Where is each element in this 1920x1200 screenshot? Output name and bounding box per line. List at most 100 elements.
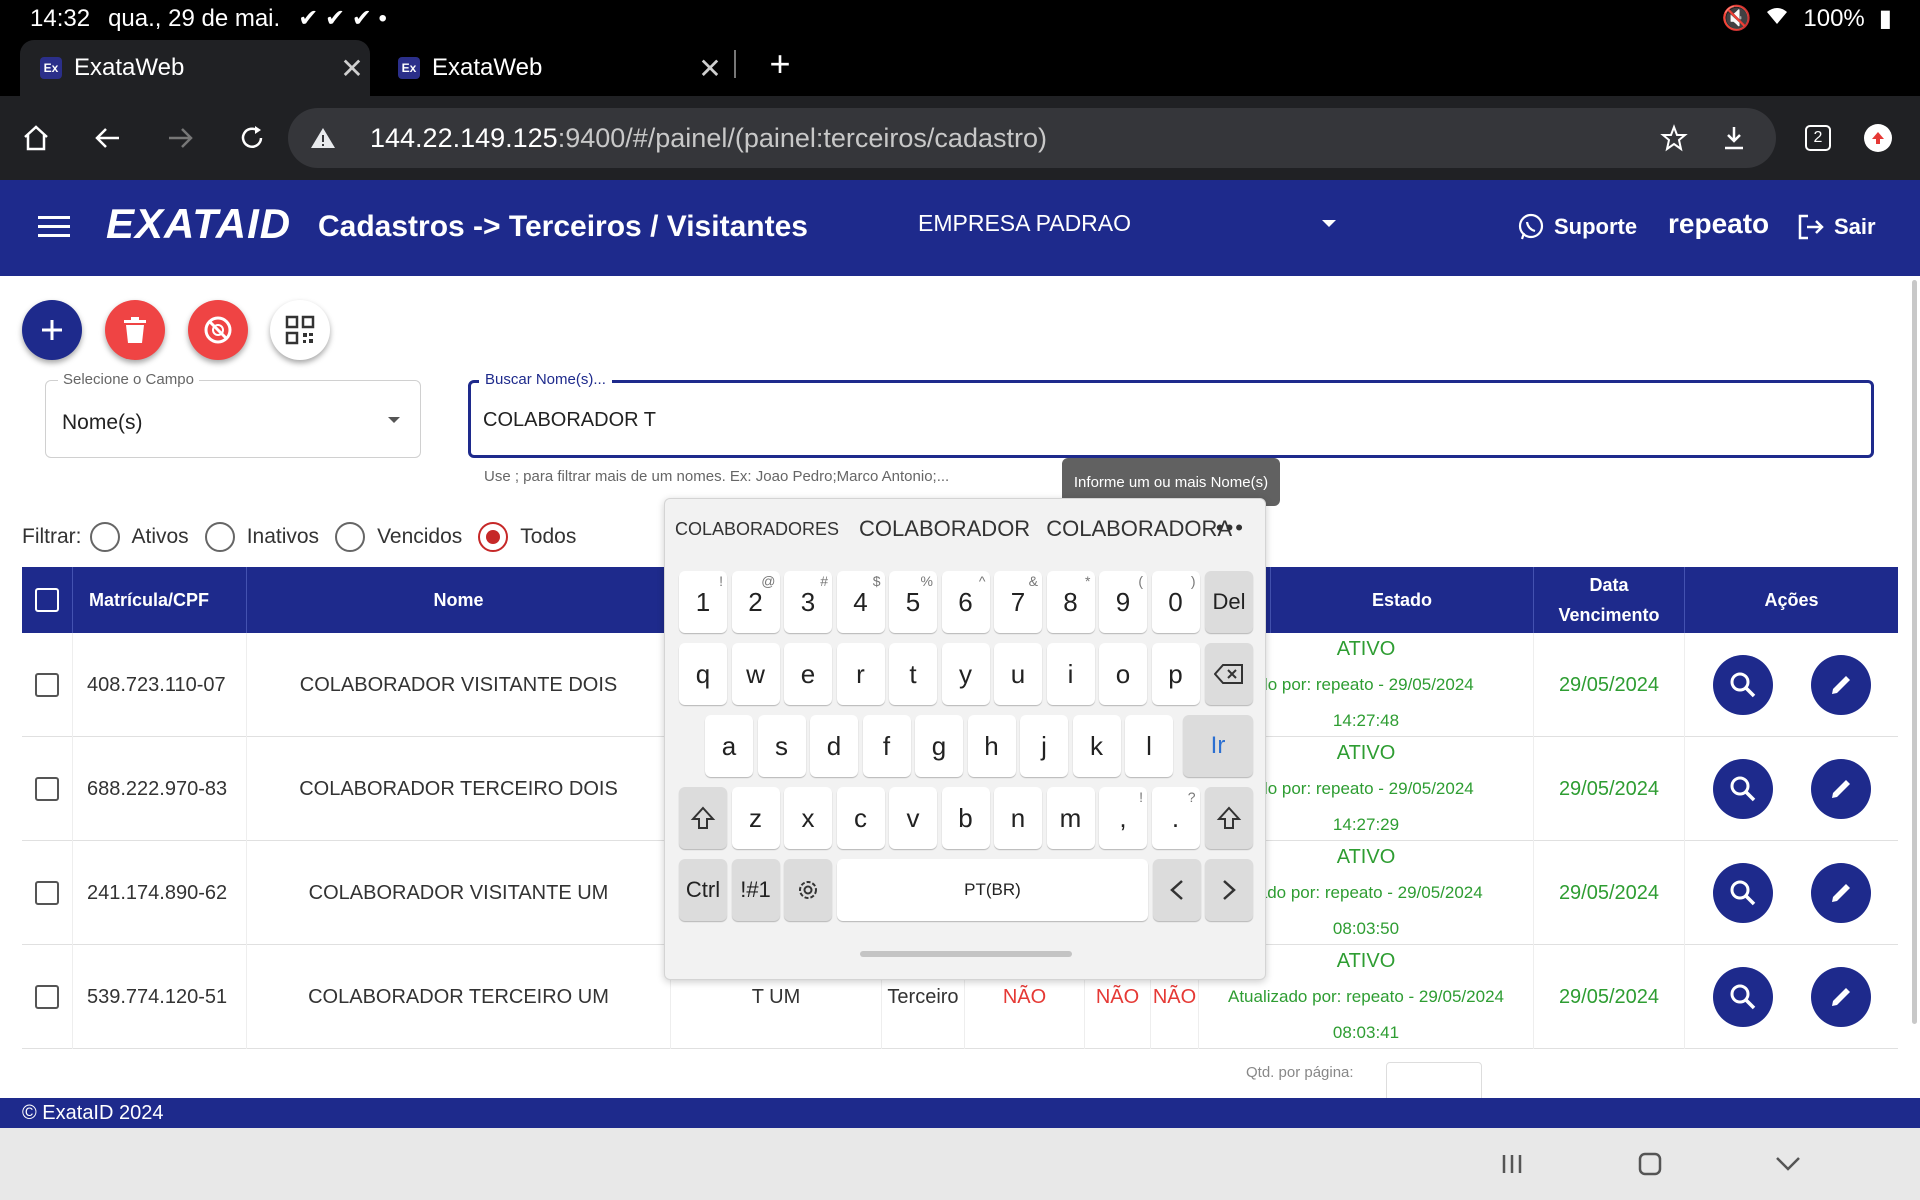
row-checkbox[interactable]: [35, 673, 59, 697]
header-nome[interactable]: Nome: [247, 567, 671, 633]
key-r[interactable]: r: [836, 643, 885, 705]
cursor-right-key[interactable]: [1205, 859, 1253, 921]
header-vencimento[interactable]: Data Vencimento: [1534, 567, 1685, 633]
key-f[interactable]: f: [862, 715, 911, 777]
add-button[interactable]: [22, 300, 82, 360]
key-d[interactable]: d: [810, 715, 858, 777]
reload-button[interactable]: [228, 114, 276, 162]
key-z[interactable]: z: [731, 787, 780, 849]
close-tab-icon[interactable]: ✕: [692, 52, 728, 85]
edit-button[interactable]: [1810, 655, 1871, 715]
key-n[interactable]: n: [994, 787, 1042, 849]
edit-button[interactable]: [1810, 759, 1871, 819]
hide-keyboard-button[interactable]: [1768, 1146, 1808, 1182]
key-y[interactable]: y: [941, 643, 990, 705]
new-tab-button[interactable]: +: [760, 44, 800, 84]
key-0[interactable]: ) 0: [1151, 571, 1200, 633]
filter-todos-radio[interactable]: Todos: [478, 522, 576, 552]
key-p[interactable]: p: [1151, 643, 1200, 705]
key-m[interactable]: m: [1046, 787, 1095, 849]
key-a[interactable]: a: [705, 715, 753, 777]
tab-switcher-button[interactable]: 2: [1794, 114, 1842, 162]
view-button[interactable]: [1712, 863, 1773, 923]
view-button[interactable]: [1712, 759, 1773, 819]
not-secure-warning-icon[interactable]: [310, 126, 350, 150]
key-x[interactable]: x: [784, 787, 832, 849]
home-button[interactable]: [12, 114, 60, 162]
key-9[interactable]: (9: [1099, 571, 1147, 633]
browser-tab-2[interactable]: Ex ExataWeb ✕: [378, 40, 728, 96]
row-checkbox[interactable]: [35, 881, 59, 905]
key-5[interactable]: % 5: [889, 571, 937, 633]
key-7[interactable]: & 7: [994, 571, 1042, 633]
key-l[interactable]: l: [1125, 715, 1173, 777]
key-j[interactable]: j: [1020, 715, 1068, 777]
key-6[interactable]: ^ 6: [941, 571, 990, 633]
delete-key[interactable]: Del: [1205, 571, 1253, 633]
key-comma[interactable]: ,!: [1099, 787, 1147, 849]
download-icon[interactable]: [1704, 124, 1764, 152]
space-key[interactable]: PT(BR): [837, 859, 1148, 921]
key-t[interactable]: t: [889, 643, 937, 705]
recent-apps-button[interactable]: [1492, 1146, 1532, 1182]
filter-ativos-radio[interactable]: Ativos: [89, 522, 189, 552]
go-key[interactable]: Ir: [1183, 715, 1253, 777]
ctrl-key[interactable]: Ctrl: [679, 859, 727, 921]
keyboard-drag-handle[interactable]: [860, 951, 1072, 957]
cursor-left-key[interactable]: [1153, 859, 1201, 921]
menu-button[interactable]: [34, 210, 74, 246]
keyboard-settings-key[interactable]: [784, 859, 832, 921]
field-select[interactable]: Selecione o Campo Nome(s): [45, 371, 421, 458]
disable-button[interactable]: [188, 300, 248, 360]
edit-button[interactable]: [1810, 863, 1871, 923]
shift-key[interactable]: [679, 787, 727, 849]
symbols-key[interactable]: !#1: [731, 859, 780, 921]
bookmark-star-icon[interactable]: [1644, 124, 1704, 152]
row-checkbox[interactable]: [35, 777, 59, 801]
suggestion-2[interactable]: COLABORADOR: [859, 516, 1030, 542]
key-period[interactable]: .?: [1151, 787, 1200, 849]
browser-tab-1[interactable]: Ex ExataWeb ✕: [20, 40, 370, 96]
key-1[interactable]: ! 1: [679, 571, 727, 633]
shift-key-right[interactable]: [1205, 787, 1253, 849]
search-field[interactable]: Buscar Nome(s)...: [468, 371, 1874, 458]
back-button[interactable]: [84, 114, 132, 162]
edit-button[interactable]: [1810, 967, 1871, 1027]
backspace-key[interactable]: [1205, 643, 1253, 705]
key-h[interactable]: h: [967, 715, 1016, 777]
key-c[interactable]: c: [836, 787, 885, 849]
close-tab-icon[interactable]: ✕: [334, 52, 370, 85]
support-button[interactable]: Suporte: [1516, 212, 1637, 242]
home-nav-button[interactable]: [1630, 1146, 1670, 1182]
address-bar[interactable]: 144.22.149.125:9400/#/painel/(painel:ter…: [288, 108, 1776, 168]
key-g[interactable]: g: [915, 715, 963, 777]
per-page-select[interactable]: [1386, 1062, 1482, 1102]
more-suggestions-icon[interactable]: •••: [1216, 515, 1245, 541]
company-select[interactable]: EMPRESA PADRAO: [918, 210, 1336, 246]
key-i[interactable]: i: [1046, 643, 1095, 705]
key-e[interactable]: e: [784, 643, 832, 705]
key-q[interactable]: q: [679, 643, 727, 705]
view-button[interactable]: [1712, 967, 1773, 1027]
qr-code-button[interactable]: [270, 300, 330, 360]
page-scrollbar[interactable]: [1912, 280, 1917, 1024]
key-k[interactable]: k: [1072, 715, 1121, 777]
filter-vencidos-radio[interactable]: Vencidos: [335, 522, 462, 552]
filter-inativos-radio[interactable]: Inativos: [204, 522, 319, 552]
key-o[interactable]: o: [1099, 643, 1147, 705]
key-v[interactable]: v: [889, 787, 937, 849]
key-3[interactable]: #3: [784, 571, 832, 633]
key-w[interactable]: w: [731, 643, 780, 705]
delete-button[interactable]: [105, 300, 165, 360]
select-all-checkbox[interactable]: [35, 588, 59, 612]
header-estado[interactable]: Estado: [1271, 567, 1534, 633]
suggestion-3[interactable]: COLABORADORA: [1046, 516, 1232, 542]
key-u[interactable]: u: [994, 643, 1042, 705]
key-b[interactable]: b: [941, 787, 990, 849]
view-button[interactable]: [1712, 655, 1773, 715]
search-input[interactable]: [483, 405, 1783, 435]
logout-button[interactable]: Sair: [1796, 212, 1876, 242]
key-4[interactable]: $4: [836, 571, 885, 633]
suggestion-1[interactable]: COLABORADORES: [675, 519, 839, 540]
key-2[interactable]: @2: [731, 571, 780, 633]
